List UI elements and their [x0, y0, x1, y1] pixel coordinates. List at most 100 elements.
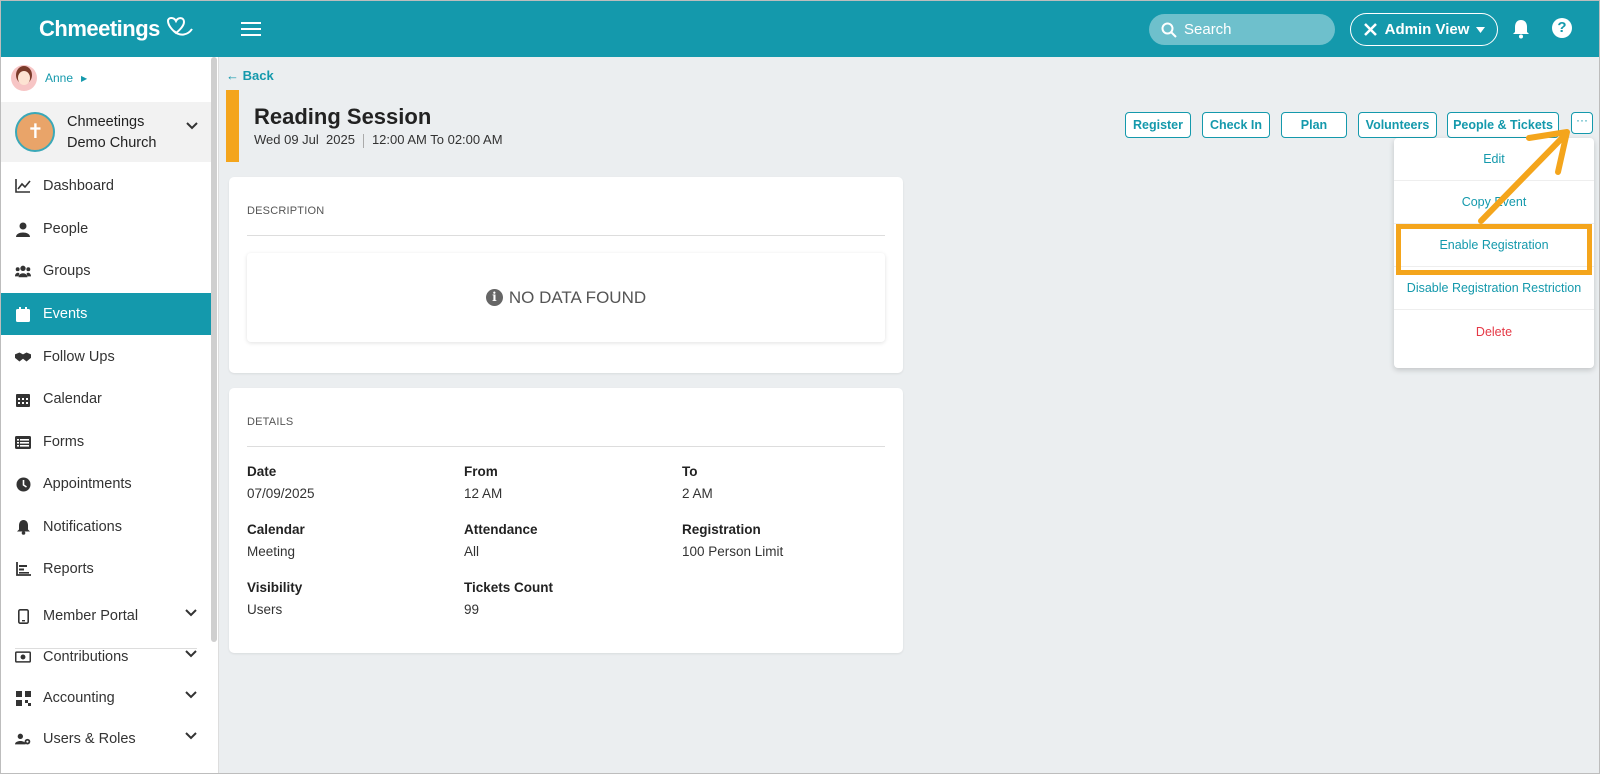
- top-bar: Chmeetings Search Admin View ?: [1, 1, 1599, 57]
- church-name: Chmeetings Demo Church: [67, 114, 157, 151]
- users-gear-icon: [15, 731, 31, 747]
- sidebar-item-label: Calendar: [43, 391, 102, 407]
- sidebar: Anne ▶ Chmeetings Demo Church Dashboard …: [1, 57, 219, 773]
- menu-item-delete[interactable]: Delete: [1394, 310, 1594, 353]
- card-divider: [247, 446, 885, 447]
- logo-heart-icon: [166, 17, 193, 36]
- sidebar-item-label: People: [43, 221, 89, 237]
- details-heading: DETAILS: [247, 416, 294, 428]
- sidebar-item-notifications[interactable]: Notifications: [1, 506, 211, 548]
- sidebar-item-groups[interactable]: Groups: [1, 250, 211, 292]
- calendar-grid-icon: [15, 391, 31, 407]
- handshake-icon: [15, 349, 31, 365]
- menu-item-enable-registration[interactable]: Enable Registration: [1394, 224, 1594, 267]
- detail-value-registration: 100 Person Limit: [682, 544, 784, 559]
- church-logo: [15, 112, 55, 152]
- sidebar-item-label: Member Portal: [43, 608, 139, 624]
- chart-line-icon: [15, 178, 31, 194]
- church-selector[interactable]: Chmeetings Demo Church: [1, 102, 211, 162]
- chevron-down-icon: [185, 650, 197, 658]
- detail-value-calendar: Meeting: [247, 544, 296, 559]
- bar-chart-icon: [15, 561, 31, 577]
- help-icon[interactable]: ?: [1552, 18, 1572, 38]
- app-logo[interactable]: Chmeetings: [39, 16, 194, 42]
- empty-state: i NO DATA FOUND: [247, 253, 885, 342]
- sidebar-item-people[interactable]: People: [1, 208, 211, 250]
- sidebar-item-label: Notifications: [43, 519, 122, 535]
- people-tickets-button[interactable]: People & Tickets: [1447, 112, 1559, 138]
- title-accent-bar: [226, 90, 239, 162]
- search-input[interactable]: Search: [1149, 14, 1335, 45]
- chevron-down-icon: [185, 609, 197, 617]
- back-link[interactable]: ← Back: [226, 68, 274, 83]
- register-button[interactable]: Register: [1125, 112, 1191, 138]
- description-card: DESCRIPTION i NO DATA FOUND: [229, 177, 903, 373]
- admin-view-label: Admin View: [1384, 21, 1470, 38]
- plan-button[interactable]: Plan: [1281, 112, 1347, 138]
- sidebar-item-accounting[interactable]: Accounting: [1, 677, 211, 719]
- person-icon: [15, 221, 31, 237]
- menu-item-edit[interactable]: Edit: [1394, 138, 1594, 181]
- detail-value-from: 12 AM: [464, 486, 503, 501]
- sidebar-scrollbar[interactable]: [211, 57, 217, 642]
- sidebar-item-label: Reports: [43, 561, 94, 577]
- back-label: Back: [242, 68, 274, 83]
- sidebar-item-label: Contributions: [43, 649, 129, 665]
- grid-icon: [15, 690, 31, 706]
- detail-value-to: 2 AM: [682, 486, 713, 501]
- sidebar-item-contributions[interactable]: Contributions: [1, 636, 211, 678]
- detail-label-visibility: Visibility: [247, 580, 303, 595]
- menu-item-disable-registration-restriction[interactable]: Disable Registration Restriction: [1394, 267, 1594, 310]
- sidebar-item-appointments[interactable]: Appointments: [1, 463, 211, 505]
- money-icon: [15, 649, 31, 665]
- details-card: DETAILS Date 07/09/2025 From 12 AM To 2 …: [229, 388, 903, 653]
- sidebar-item-events[interactable]: Events: [1, 293, 211, 335]
- event-time: 12:00 AM To 02:00 AM: [371, 132, 503, 147]
- sidebar-item-reports[interactable]: Reports: [1, 548, 211, 590]
- list-icon: [15, 434, 31, 450]
- app-frame: Chmeetings Search Admin View ? Anne ▶ Ch…: [0, 0, 1600, 774]
- sidebar-item-label: Forms: [43, 434, 85, 450]
- bell-icon: [15, 519, 31, 535]
- user-menu[interactable]: Anne ▶: [11, 65, 87, 91]
- avatar: [11, 65, 37, 91]
- search-icon: [1161, 22, 1177, 38]
- sidebar-item-member-portal[interactable]: Member Portal: [1, 595, 211, 637]
- info-icon: i: [485, 289, 503, 306]
- chevron-down-icon: [185, 691, 197, 699]
- card-divider: [247, 235, 885, 236]
- more-options-button[interactable]: ···: [1571, 112, 1593, 134]
- detail-value-tickets-count: 99: [464, 602, 480, 617]
- page-title: Reading Session: [254, 104, 432, 129]
- phone-icon: [15, 608, 31, 624]
- detail-label-calendar: Calendar: [247, 522, 305, 537]
- detail-label-registration: Registration: [682, 522, 761, 537]
- event-datetime: Wed 09 Jul 2025 12:00 AM To 02:00 AM: [254, 132, 503, 148]
- bell-icon[interactable]: [1512, 19, 1530, 39]
- calendar-icon: [15, 306, 31, 322]
- tools-icon: [1363, 23, 1377, 36]
- sidebar-item-forms[interactable]: Forms: [1, 421, 211, 463]
- menu-item-copy-event[interactable]: Copy Event: [1394, 181, 1594, 224]
- sidebar-item-label: Dashboard: [43, 178, 114, 194]
- chevron-down-icon: [186, 122, 198, 130]
- detail-label-tickets-count: Tickets Count: [464, 580, 554, 595]
- sidebar-item-users-roles[interactable]: Users & Roles: [1, 718, 211, 760]
- detail-label-to: To: [682, 464, 698, 479]
- caret-right-icon: ▶: [81, 73, 88, 83]
- check-in-button[interactable]: Check In: [1202, 112, 1270, 138]
- detail-label-date: Date: [247, 464, 277, 479]
- volunteers-button[interactable]: Volunteers: [1358, 112, 1437, 138]
- sidebar-item-label: Appointments: [43, 476, 132, 492]
- sidebar-item-calendar[interactable]: Calendar: [1, 378, 211, 420]
- admin-view-dropdown[interactable]: Admin View: [1350, 13, 1498, 46]
- sidebar-item-label: Users & Roles: [43, 731, 136, 747]
- arrow-left-icon: ←: [226, 68, 239, 83]
- sidebar-item-label: Events: [43, 306, 88, 322]
- sidebar-item-label: Follow Ups: [43, 349, 115, 365]
- sidebar-item-follow-ups[interactable]: Follow Ups: [1, 336, 211, 378]
- users-icon: [15, 263, 31, 279]
- menu-toggle-icon[interactable]: [241, 19, 261, 37]
- detail-value-date: 07/09/2025: [247, 486, 315, 501]
- sidebar-item-dashboard[interactable]: Dashboard: [1, 165, 211, 207]
